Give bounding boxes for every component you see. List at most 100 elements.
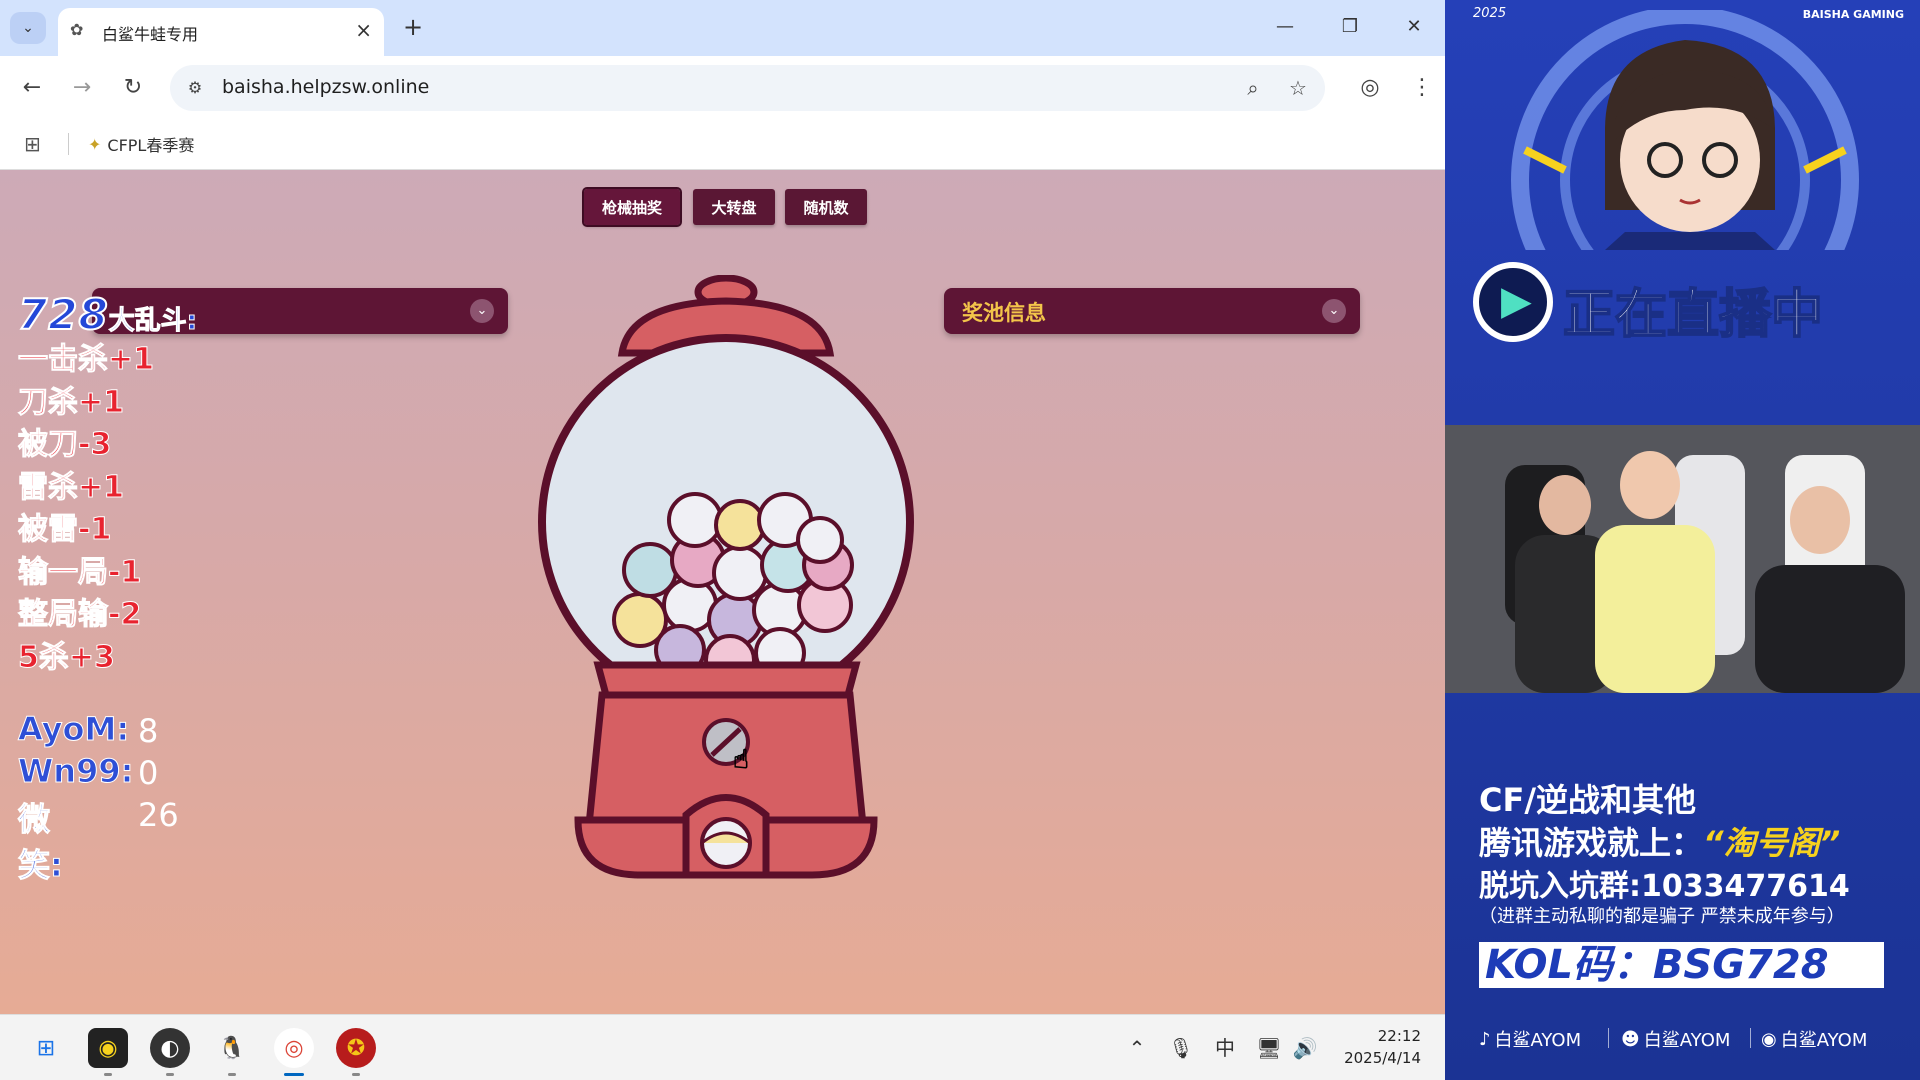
site-favicon-icon: ✿ [70, 20, 84, 39]
minimize-button[interactable]: — [1265, 12, 1305, 42]
panel-title: 奖池信息 [962, 301, 1046, 325]
player-name: Wn99: [17, 752, 134, 791]
live-status-text: 正在直播中 [1562, 284, 1824, 346]
reload-button[interactable]: ↻ [119, 74, 147, 102]
kuaishou-icon: ☻ [1621, 1028, 1640, 1050]
running-indicator [228, 1073, 236, 1076]
rules-overlay: 728大乱斗: 一击杀+1 刀杀+1 被刀-3 雷杀+1 被雷-1 输一局-1 … [17, 289, 258, 679]
clock-date: 2025/4/14 [1344, 1049, 1421, 1067]
chevron-down-icon[interactable]: ⌄ [470, 299, 494, 323]
steam-app-icon[interactable]: ◐ [150, 1028, 190, 1076]
windows-start-icon[interactable]: ⊞ [26, 1028, 66, 1068]
ime-indicator[interactable]: 中 [1212, 1035, 1238, 1061]
tab-search-button[interactable]: ⌄ [10, 12, 46, 44]
webcam-feed [1445, 425, 1920, 693]
bookmark-item[interactable]: ✦ CFPL春季赛 [88, 131, 194, 157]
bookmark-star-icon[interactable]: ☆ [1285, 75, 1311, 101]
running-indicator [166, 1073, 174, 1076]
social-douyin: ♪ 白鲨AYOM [1479, 1026, 1581, 1052]
kol-code: KOL码：BSG728 [1479, 942, 1884, 988]
ad-line-2a: 腾讯游戏就上： [1479, 824, 1704, 862]
social-handle: 白鲨AYOM [1643, 1030, 1731, 1051]
chrome-app-icon[interactable]: ◎ [274, 1028, 314, 1076]
volume-icon[interactable]: 🔊 [1292, 1035, 1318, 1061]
qq-app-icon[interactable]: 🐧 [212, 1028, 252, 1076]
webcam-people-illustration [1445, 425, 1920, 693]
social-kuaishou: ☻ 白鲨AYOM [1621, 1026, 1730, 1052]
address-bar[interactable]: ⚙ baisha.helpzsw.online ⌕ ☆ [170, 65, 1325, 111]
browser-toolbar: ← → ↻ ⚙ baisha.helpzsw.online ⌕ ☆ ◎ ⋮ [0, 56, 1445, 119]
ad-line-2b: “淘号阁” [1703, 824, 1841, 862]
overlay-title: 728 [17, 289, 109, 340]
gumball-machine-illustration[interactable] [530, 275, 920, 885]
forward-button[interactable]: → [68, 74, 96, 102]
back-button[interactable]: ← [18, 74, 46, 102]
rule-item: 5杀+3 [18, 639, 116, 675]
ad-line-4: （进群主动私聊的都是骗子 严禁未成年参与） [1479, 906, 1845, 927]
obs-app-icon[interactable]: ◉ [88, 1028, 128, 1076]
social-handle: 白鲨AYOM [1780, 1030, 1868, 1051]
player-score: 0 [138, 754, 159, 792]
rule-item: 输一局-1 [18, 554, 142, 590]
random-number-button[interactable]: 随机数 [785, 189, 867, 225]
chevron-down-icon[interactable]: ⌄ [1322, 299, 1346, 323]
tab-strip: ⌄ ✿ 白鲨牛蛙专用 × + — ❐ ✕ [0, 0, 1445, 56]
tab-title: 白鲨牛蛙专用 [102, 25, 199, 44]
overlay-subtitle: 大乱斗: [108, 306, 198, 337]
streamer-avatar-illustration [1511, 10, 1859, 250]
ad-line-1: CF/逆战和其他 [1479, 781, 1697, 819]
rule-item: 被刀-3 [18, 427, 112, 463]
browser-window: ⌄ ✿ 白鲨牛蛙专用 × + — ❐ ✕ ← → ↻ ⚙ baisha.help… [0, 0, 1445, 1080]
menu-kebab-icon[interactable]: ⋮ [1408, 74, 1436, 102]
close-window-button[interactable]: ✕ [1394, 12, 1434, 42]
live-badge: ▶ 正在直播中 [1473, 262, 1893, 346]
player-score: 8 [138, 712, 159, 750]
browser-tab[interactable]: ✿ 白鲨牛蛙专用 × [58, 8, 384, 56]
new-tab-button[interactable]: + [398, 12, 428, 42]
rule-item: 雷杀+1 [18, 469, 125, 505]
apps-grid-icon[interactable]: ⊞ [24, 132, 48, 156]
stream-overlay-panel: 2025 BAISHA GAMING ▶ 正在直播中 CF/逆战和其他 腾讯游戏… [1445, 0, 1920, 1080]
big-wheel-button[interactable]: 大转盘 [693, 189, 775, 225]
social-handle: 白鲨AYOM [1494, 1030, 1582, 1051]
ad-line-3: 脱坑入坑群:1033477614 [1479, 869, 1850, 904]
system-clock[interactable]: 22:12 2025/4/14 [1344, 1025, 1421, 1069]
weibo-icon: ◉ [1761, 1028, 1777, 1050]
chevron-down-icon: ⌄ [22, 20, 34, 36]
show-hidden-icons-icon[interactable]: ⌃ [1124, 1035, 1150, 1061]
douyin-icon: ♪ [1479, 1028, 1491, 1050]
ad-line-2: 腾讯游戏就上：“淘号阁” [1479, 818, 1840, 864]
crossfire-app-icon[interactable]: ✪ [336, 1028, 376, 1076]
hand-cursor-icon: ☝ [733, 745, 750, 776]
rule-item: 一击杀+1 [18, 342, 155, 378]
play-icon: ▶ [1473, 262, 1553, 342]
gun-lottery-button[interactable]: 枪械抽奖 [582, 187, 682, 227]
network-icon[interactable]: 🖥 [1256, 1035, 1282, 1061]
active-indicator [284, 1073, 304, 1076]
rule-item: 被雷-1 [18, 512, 112, 548]
bookmark-label: CFPL春季赛 [107, 136, 195, 155]
bookmarks-divider [68, 133, 69, 155]
bookmark-favicon-icon: ✦ [88, 134, 102, 154]
player-name: 微笑: [18, 800, 64, 885]
profile-icon[interactable]: ◎ [1356, 74, 1384, 102]
rule-item: 刀杀+1 [18, 384, 125, 420]
clock-time: 22:12 [1377, 1027, 1421, 1045]
site-settings-icon[interactable]: ⚙ [182, 75, 208, 101]
restore-button[interactable]: ❐ [1330, 12, 1370, 42]
player-score: 26 [138, 796, 179, 834]
zoom-icon[interactable]: ⌕ [1240, 75, 1266, 101]
running-indicator [352, 1073, 360, 1076]
bookmarks-bar: ⊞ ✦ CFPL春季赛 [0, 119, 1445, 170]
social-divider [1750, 1028, 1751, 1048]
running-indicator [104, 1073, 112, 1076]
social-divider [1608, 1028, 1609, 1048]
url-text[interactable]: baisha.helpzsw.online [222, 76, 429, 98]
taskbar: ⊞ ◉ ◐ 🐧 ◎ ✪ ⌃ 🎙 中 🖥 🔊 22:12 2025/4/14 [0, 1014, 1445, 1080]
player-name: AyoM: [17, 710, 130, 749]
rule-item: 整局输-2 [18, 597, 142, 633]
microphone-icon[interactable]: 🎙 [1168, 1035, 1194, 1061]
social-weibo: ◉ 白鲨AYOM [1761, 1026, 1867, 1052]
prize-pool-panel[interactable]: 奖池信息 ⌄ [944, 288, 1360, 334]
close-tab-icon[interactable]: × [355, 18, 372, 42]
